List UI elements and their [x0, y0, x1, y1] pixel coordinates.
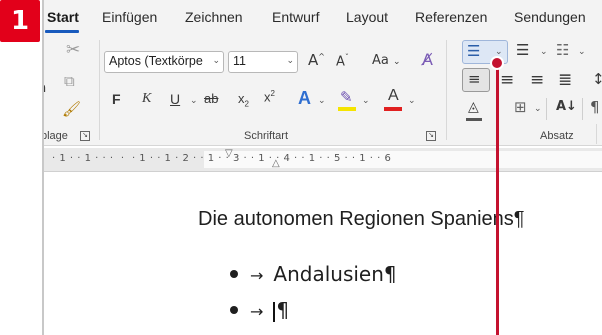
- chevron-down-icon[interactable]: ⌄: [362, 96, 370, 106]
- show-formatting-icon[interactable]: ¶: [590, 100, 600, 115]
- document-page[interactable]: Die autonomen Regionen Spaniens¶ → Andalu…: [44, 172, 602, 335]
- chevron-down-icon[interactable]: ⌄: [318, 96, 326, 106]
- group-divider: [596, 124, 597, 144]
- chevron-down-icon[interactable]: ⌄: [540, 47, 548, 57]
- borders-icon[interactable]: ⊞: [514, 100, 527, 115]
- subscript-button[interactable]: x2: [238, 92, 249, 109]
- shrink-font-button[interactable]: Aˇ: [336, 54, 349, 69]
- text-effects-button[interactable]: A: [298, 89, 311, 107]
- numbering-icon[interactable]: ☰: [516, 43, 529, 58]
- callout-dot: [490, 56, 504, 70]
- tab-arrow-icon: →: [250, 302, 264, 321]
- superscript-button[interactable]: x2: [264, 90, 275, 104]
- group-divider: [99, 40, 100, 140]
- bullet-icon: [230, 305, 238, 314]
- shading-icon[interactable]: ◬: [468, 100, 479, 114]
- chevron-down-icon: ⌄: [212, 56, 220, 66]
- font-size-dropdown[interactable]: 11 ⌄: [228, 51, 298, 73]
- clear-formatting-icon[interactable]: A̸: [422, 52, 433, 68]
- callout-line: [496, 62, 499, 335]
- format-painter-icon[interactable]: 🖌: [62, 102, 81, 117]
- highlight-color-bar: [338, 107, 356, 111]
- underline-button[interactable]: U: [170, 92, 180, 106]
- shading-color-bar: [466, 118, 482, 121]
- font-group-label: Schriftart: [244, 130, 289, 142]
- list-item-text: Andalusien¶: [273, 262, 397, 286]
- tab-sendungen[interactable]: Sendungen: [514, 9, 586, 25]
- highlight-icon[interactable]: ✎: [340, 90, 353, 105]
- justify-icon[interactable]: ≣: [558, 72, 572, 89]
- tab-referenzen[interactable]: Referenzen: [415, 9, 487, 25]
- tab-einfuegen[interactable]: Einfügen: [102, 9, 157, 25]
- font-launcher-icon[interactable]: ↘: [426, 131, 436, 141]
- bullets-icon: ☰: [467, 42, 481, 60]
- list-item: → ¶: [230, 298, 289, 322]
- align-left-icon: ≡: [468, 70, 481, 88]
- cut-icon[interactable]: ✂: [66, 42, 80, 59]
- paste-label-stub: h: [44, 82, 46, 95]
- active-tab-indicator: [45, 30, 79, 33]
- ruler-marks: · 1 · · 1 · · · · · 1 · · 1 · 2 · · 1 · …: [52, 153, 392, 164]
- chevron-down-icon: ⌄: [286, 56, 294, 66]
- font-name-dropdown[interactable]: Aptos (Textkörpe ⌄: [104, 51, 224, 73]
- multilevel-list-icon[interactable]: ☷: [556, 43, 569, 58]
- chevron-down-icon[interactable]: ⌄: [408, 96, 416, 106]
- divider: [546, 98, 547, 120]
- copy-icon[interactable]: ⧉: [64, 74, 75, 89]
- font-color-button[interactable]: A: [388, 88, 399, 104]
- font-color-bar: [384, 107, 402, 111]
- tab-zeichnen[interactable]: Zeichnen: [185, 9, 243, 25]
- change-case-button[interactable]: Aa ⌄: [372, 54, 401, 67]
- chevron-down-icon[interactable]: ⌄: [190, 96, 198, 106]
- ruler[interactable]: · 1 · · 1 · · · · · 1 · · 1 · 2 · · 1 · …: [44, 148, 602, 172]
- grow-font-button[interactable]: A^: [308, 53, 325, 68]
- clipboard-launcher-icon[interactable]: ↘: [80, 131, 90, 141]
- italic-button[interactable]: K: [142, 92, 151, 106]
- first-line-indent-icon[interactable]: ▽: [225, 149, 233, 159]
- line-spacing-icon[interactable]: ↕: [592, 72, 602, 87]
- step-badge: 1: [0, 0, 40, 42]
- chevron-down-icon[interactable]: ⌄: [578, 47, 586, 57]
- sort-icon[interactable]: A↓: [556, 100, 577, 113]
- align-left-button[interactable]: ≡: [462, 68, 490, 92]
- bold-button[interactable]: F: [112, 92, 121, 106]
- ribbon-tabs: Start Einfügen Zeichnen Entwurf Layout R…: [44, 0, 602, 34]
- font-size-value: 11: [233, 54, 246, 68]
- font-name-value: Aptos (Textkörpe: [109, 54, 203, 68]
- tab-arrow-icon: →: [250, 266, 264, 285]
- chevron-down-icon[interactable]: ⌄: [534, 104, 542, 114]
- hanging-indent-icon[interactable]: △: [272, 159, 280, 169]
- group-divider: [446, 40, 447, 140]
- align-center-icon[interactable]: ≡: [500, 72, 514, 89]
- tab-layout[interactable]: Layout: [346, 9, 388, 25]
- clipboard-group-label: blage: [42, 130, 68, 142]
- strikethrough-button[interactable]: ab: [204, 92, 218, 105]
- align-right-icon[interactable]: ≡: [530, 72, 544, 89]
- document-title: Die autonomen Regionen Spaniens¶: [198, 208, 525, 230]
- paragraph-group-label: Absatz: [540, 130, 574, 142]
- list-item-text: ¶: [276, 298, 290, 322]
- ribbon: ✂ h ⧉ 🖌 blage ↘ Aptos (Textkörpe ⌄ 11 ⌄ …: [44, 34, 602, 146]
- list-item: → Andalusien¶: [230, 262, 397, 286]
- tab-start[interactable]: Start: [47, 9, 79, 25]
- tab-entwurf[interactable]: Entwurf: [272, 9, 319, 25]
- bullet-icon: [230, 269, 238, 278]
- divider: [582, 98, 583, 120]
- word-window: Start Einfügen Zeichnen Entwurf Layout R…: [42, 0, 602, 335]
